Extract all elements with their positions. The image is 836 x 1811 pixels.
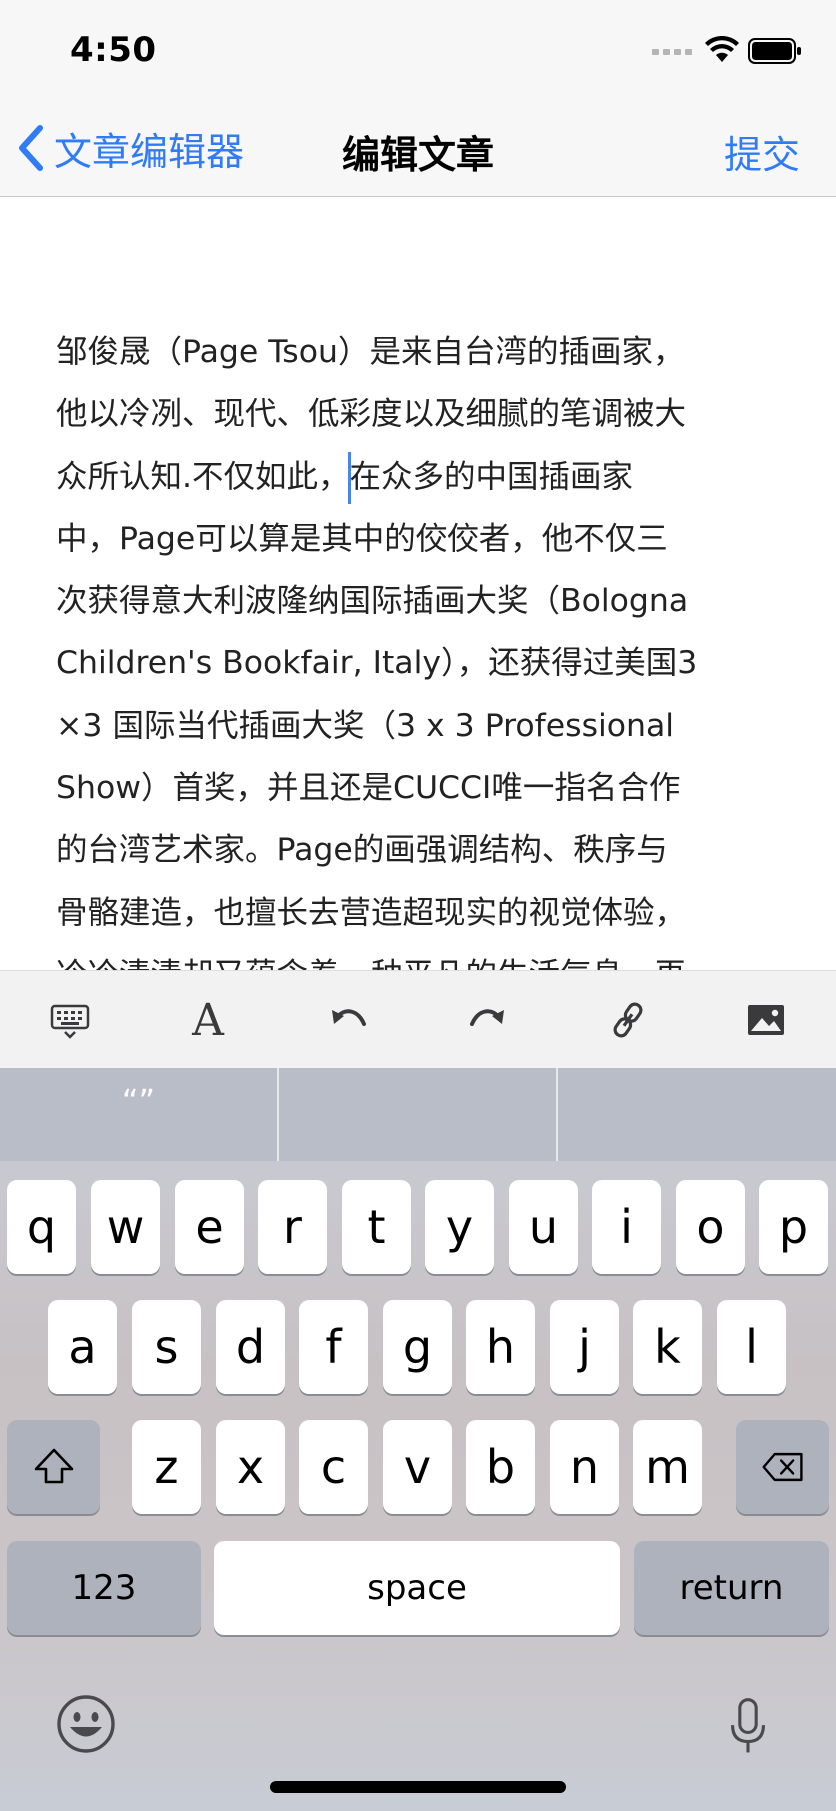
candidate-item[interactable]: “”: [0, 1068, 277, 1161]
key-d[interactable]: d: [216, 1300, 285, 1394]
keyboard: “” q w e r t y u i o p a s d f g h j k l…: [0, 1068, 836, 1811]
key-n[interactable]: n: [550, 1420, 619, 1514]
article-line: 次获得意大利波隆纳国际插画大奖（Bologna: [56, 583, 689, 620]
text-cursor: [348, 451, 351, 504]
redo-icon: [470, 1009, 504, 1026]
key-t[interactable]: t: [342, 1180, 411, 1274]
key-s[interactable]: s: [132, 1300, 201, 1394]
undo-button[interactable]: [288, 971, 408, 1069]
keyboard-dismiss-icon: [50, 1004, 90, 1039]
numbers-key[interactable]: 123: [7, 1541, 201, 1635]
article-line: 邹俊晟（Page Tsou）是来自台湾的插画家，: [56, 334, 685, 370]
key-k[interactable]: k: [633, 1300, 702, 1394]
microphone-icon: [731, 1698, 765, 1753]
key-m[interactable]: m: [633, 1420, 702, 1514]
key-v[interactable]: v: [383, 1420, 452, 1514]
key-r[interactable]: r: [258, 1180, 327, 1274]
article-line: 中，Page可以算是其中的佼佼者，他不仅三: [56, 520, 668, 557]
insert-image-button[interactable]: [706, 971, 826, 1069]
article-line: 他以冷冽、现代、低彩度以及细腻的笔调被大: [56, 396, 687, 433]
home-indicator[interactable]: [270, 1781, 566, 1793]
status-bar: 4:50: [0, 0, 836, 100]
emoji-icon: [57, 1695, 115, 1753]
article-line: Show）首奖，并且还是CUCCI唯一指名合作: [56, 770, 681, 807]
key-w[interactable]: w: [91, 1180, 160, 1274]
page-title: 编辑文章: [341, 133, 494, 177]
candidate-bar: “”: [0, 1068, 836, 1161]
article-line: 的台湾艺术家。Page的画强调结构、秩序与: [56, 832, 668, 869]
link-button[interactable]: [568, 971, 688, 1069]
candidate-item[interactable]: [558, 1068, 835, 1161]
candidate-item[interactable]: [279, 1068, 556, 1161]
key-b[interactable]: b: [466, 1420, 535, 1514]
key-o[interactable]: o: [676, 1180, 745, 1274]
battery-icon: [748, 38, 801, 64]
key-i[interactable]: i: [592, 1180, 661, 1274]
key-c[interactable]: c: [299, 1420, 368, 1514]
key-a[interactable]: a: [48, 1300, 117, 1394]
redo-button[interactable]: [428, 971, 548, 1069]
key-h[interactable]: h: [466, 1300, 535, 1394]
key-e[interactable]: e: [175, 1180, 244, 1274]
article-text[interactable]: 邹俊晟（Page Tsou）是来自台湾的插画家， 他以冷冽、现代、低彩度以及细腻…: [56, 321, 778, 970]
link-icon: [613, 1002, 643, 1038]
font-icon: A: [192, 994, 224, 1046]
wifi-icon: [705, 36, 739, 62]
article-line: ×3 国际当代插画大奖（3 x 3 Professional: [56, 707, 675, 744]
emoji-button[interactable]: [52, 1690, 120, 1758]
key-p[interactable]: p: [759, 1180, 828, 1274]
key-g[interactable]: g: [383, 1300, 452, 1394]
key-j[interactable]: j: [550, 1300, 619, 1394]
dictation-button[interactable]: [718, 1690, 778, 1764]
shift-key[interactable]: [7, 1420, 100, 1514]
key-q[interactable]: q: [7, 1180, 76, 1274]
key-z[interactable]: z: [132, 1420, 201, 1514]
key-f[interactable]: f: [299, 1300, 368, 1394]
submit-button[interactable]: 提交: [724, 124, 800, 179]
backspace-key[interactable]: [736, 1420, 829, 1514]
shift-icon: [34, 1448, 73, 1484]
article-editor[interactable]: 邹俊晟（Page Tsou）是来自台湾的插画家， 他以冷冽、现代、低彩度以及细腻…: [0, 197, 836, 970]
editor-toolbar: A: [0, 970, 836, 1069]
article-line: 众所认知.不仅如此，在众多的中国插画家: [56, 458, 634, 495]
image-icon: [748, 1005, 784, 1035]
status-time: 4:50: [70, 30, 157, 70]
key-y[interactable]: y: [425, 1180, 494, 1274]
key-u[interactable]: u: [509, 1180, 578, 1274]
key-x[interactable]: x: [216, 1420, 285, 1514]
cellular-signal-icon: [652, 49, 694, 57]
return-key[interactable]: return: [634, 1541, 829, 1635]
backspace-icon: [761, 1452, 803, 1482]
article-line-with-caret: 众所认知.不仅如此，在众多的中国插画家: [56, 446, 778, 508]
article-line: Children's Bookfair, Italy），还获得过美国3: [56, 645, 698, 682]
font-button[interactable]: A: [148, 971, 268, 1069]
space-key[interactable]: space: [214, 1541, 620, 1635]
undo-icon: [332, 1009, 366, 1026]
navigation-bar: 文章编辑器 编辑文章 提交: [0, 100, 836, 197]
keyboard-dismiss-button[interactable]: [10, 971, 130, 1069]
key-l[interactable]: l: [717, 1300, 786, 1394]
article-line: 骨骼建造，也擅长去营造超现实的视觉体验，: [56, 894, 687, 931]
article-line: 冷冷清清却又蕴含着一种平凡的生活气息，再: [56, 944, 778, 970]
